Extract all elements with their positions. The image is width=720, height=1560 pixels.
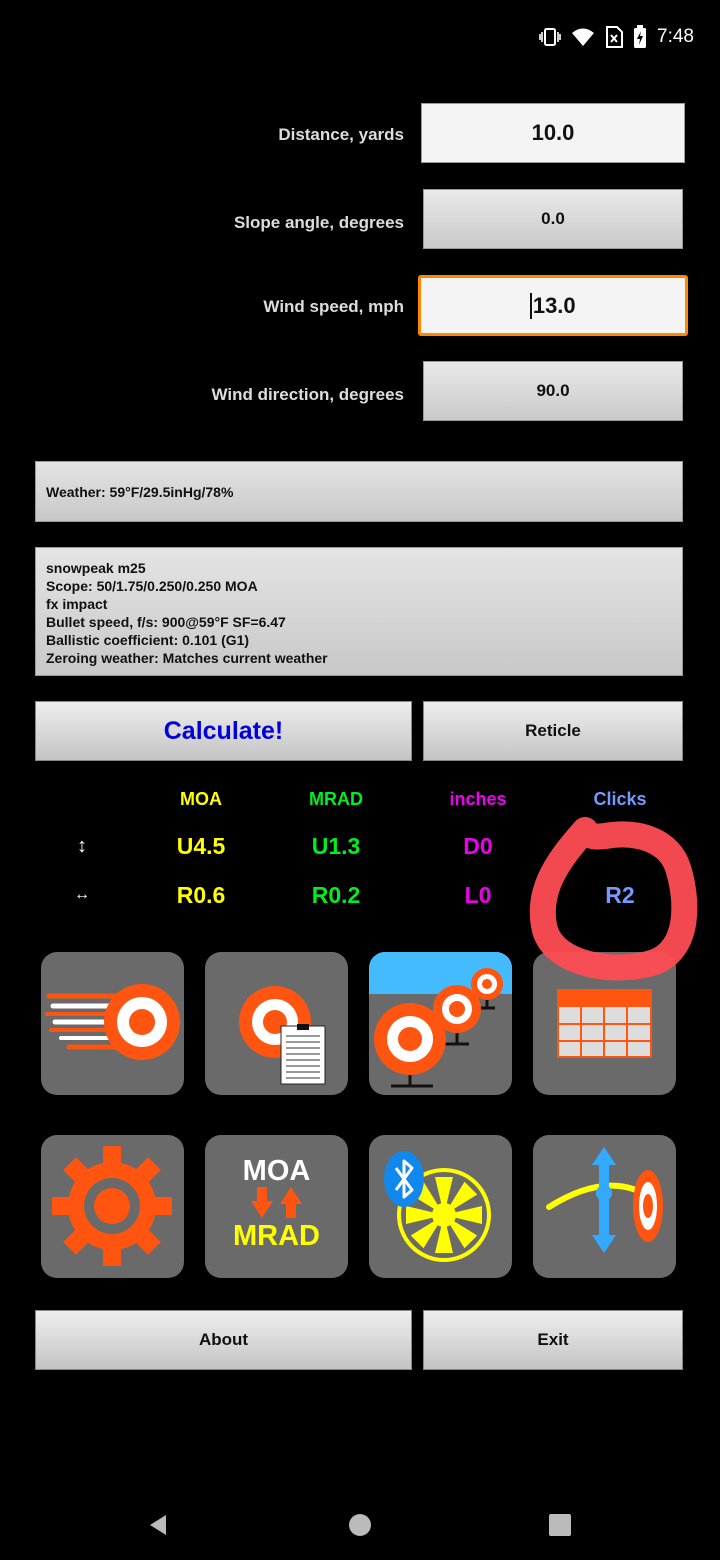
sim-icon — [606, 26, 624, 48]
speed-target-icon — [45, 984, 180, 1060]
bluetooth-meter-tile[interactable] — [369, 1135, 512, 1278]
profile-line: fx impact — [46, 596, 108, 612]
weather-text: Weather: 59°F/29.5inHg/78% — [46, 483, 234, 500]
navigation-bar — [0, 1470, 720, 1560]
table-icon — [557, 989, 652, 1058]
bluetooth-wind-meter-icon — [384, 1151, 491, 1262]
profile-line: Ballistic coefficient: 0.101 (G1) — [46, 632, 250, 648]
distance-label: Distance, yards — [278, 125, 404, 144]
home-icon[interactable] — [348, 1513, 372, 1537]
moa-header: MOA — [180, 789, 222, 809]
drop-table-tile[interactable] — [533, 952, 676, 1095]
slope-angle-label: Slope angle, degrees — [233, 213, 404, 232]
profile-button[interactable]: snowpeak m25 Scope: 50/1.75/0.250/0.250 … — [35, 547, 683, 676]
about-button[interactable]: About — [35, 1310, 412, 1370]
vertical-moa-value: U4.5 — [176, 833, 226, 859]
wind-direction-label: Wind direction, degrees — [211, 385, 404, 404]
moa-mrad-converter-tile[interactable]: MOA MRAD — [205, 1135, 348, 1278]
horizontal-moa-value: R0.6 — [176, 882, 226, 908]
convert-arrows-icon — [251, 1187, 302, 1218]
angle-tile[interactable] — [533, 1135, 676, 1278]
wind-speed-input[interactable]: 13.0 — [418, 275, 688, 336]
wifi-icon — [572, 28, 595, 46]
battery-charging-icon — [634, 25, 647, 48]
vertical-inches-value: D0 — [463, 833, 493, 859]
status-bar: 7:48 — [0, 0, 720, 72]
weather-button[interactable]: Weather: 59°F/29.5inHg/78% — [35, 461, 683, 522]
profile-line: snowpeak m25 — [46, 560, 146, 576]
clock: 7:48 — [657, 26, 694, 47]
settings-tile[interactable] — [41, 1135, 184, 1278]
angle-target-icon — [546, 1147, 663, 1253]
slope-angle-input[interactable]: 0.0 — [423, 189, 683, 249]
horizontal-mrad-value: R0.2 — [311, 882, 361, 908]
gear-icon — [52, 1146, 172, 1266]
converter-mrad-label: MRAD — [233, 1220, 320, 1252]
back-icon[interactable] — [146, 1513, 170, 1537]
wind-direction-input[interactable]: 90.0 — [423, 361, 683, 421]
wind-speed-value: 13.0 — [532, 292, 576, 318]
profile-line: Zeroing weather: Matches current weather — [46, 650, 328, 666]
inches-header: inches — [449, 789, 507, 809]
clicks-header: Clicks — [593, 789, 647, 809]
distance-input[interactable]: 10.0 — [421, 103, 685, 163]
vibrate-icon — [539, 28, 561, 46]
status-icons: 7:48 — [539, 22, 694, 52]
mrad-header: MRAD — [309, 789, 363, 809]
horizontal-clicks-value: R2 — [605, 882, 635, 908]
multiple-targets-icon — [369, 952, 512, 1088]
exit-button[interactable]: Exit — [423, 1310, 683, 1370]
wind-speed-label: Wind speed, mph — [263, 297, 404, 316]
multi-target-tile[interactable] — [369, 952, 512, 1095]
trajectory-tile[interactable] — [41, 952, 184, 1095]
profile-line: Bullet speed, f/s: 900@59°F SF=6.47 — [46, 614, 286, 630]
calculate-button[interactable]: Calculate! — [35, 701, 412, 761]
reticle-button[interactable]: Reticle — [423, 701, 683, 761]
recents-icon[interactable] — [548, 1513, 572, 1537]
horizontal-inches-value: L0 — [464, 882, 492, 908]
vertical-mrad-value: U1.3 — [311, 833, 361, 859]
vertical-arrow-icon: ↕ — [77, 835, 87, 857]
target-report-tile[interactable] — [205, 952, 348, 1095]
text-cursor — [530, 292, 532, 319]
target-document-icon — [239, 986, 326, 1085]
profile-line: Scope: 50/1.75/0.250/0.250 MOA — [46, 578, 258, 594]
horizontal-arrow-icon: ↔ — [74, 886, 90, 903]
